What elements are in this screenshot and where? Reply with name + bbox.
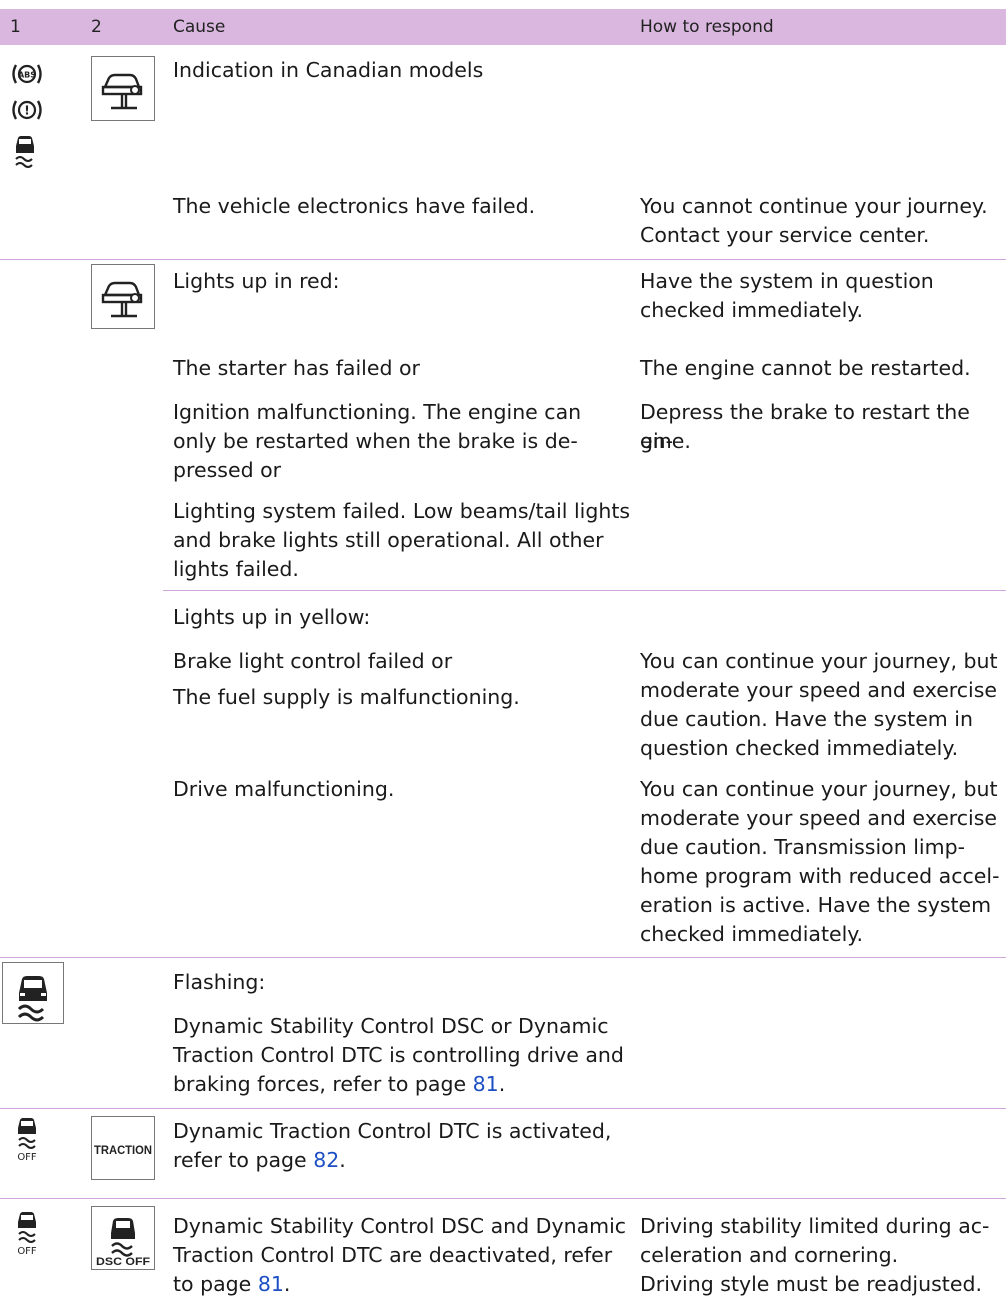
header-col-cause: Cause <box>173 17 226 37</box>
dtc-off-icon: OFF <box>14 1210 40 1260</box>
respond-drive-6: checked immediately. <box>640 922 864 946</box>
cause-ignition-1: Ignition malfunctioning. The engine can <box>173 400 582 424</box>
cause-lighting-2: and brake lights still operational. All … <box>173 528 604 552</box>
respond-red-1: Have the system in question <box>640 269 934 293</box>
cause-dsc-off-3: to page 81. <box>173 1272 291 1296</box>
sub-divider <box>163 590 1006 591</box>
cause-flashing-head: Flashing: <box>173 970 266 994</box>
svg-text:OFF: OFF <box>17 1246 37 1256</box>
cause-dtc-1: Dynamic Traction Control DTC is activate… <box>173 1119 612 1143</box>
svg-text:ABS: ABS <box>18 71 36 80</box>
skid-car-icon <box>12 134 38 172</box>
respond-drive-4: home program with reduced accel- <box>640 864 1000 888</box>
respond-drive-2: moderate your speed and exercise <box>640 806 998 830</box>
cause-dsc-off-2: Traction Control DTC are deactivated, re… <box>173 1243 613 1267</box>
respond-red-2: checked immediately. <box>640 298 864 322</box>
dsc-off-icon: DSC OFF <box>91 1206 155 1270</box>
respond-yellow-2: moderate your speed and exercise <box>640 678 998 702</box>
respond-drive-3: due caution. Transmission limp- <box>640 835 965 859</box>
cause-yellow-head: Lights up in yellow: <box>173 605 371 629</box>
page-link-82[interactable]: 82 <box>313 1148 339 1172</box>
respond-dsc-off-1: Driving stability limited during ac- <box>640 1214 990 1238</box>
respond-contact: Contact your service center. <box>640 223 930 247</box>
svg-text:!: ! <box>24 104 29 118</box>
cause-dsc-off-1: Dynamic Stability Control DSC and Dynami… <box>173 1214 627 1238</box>
cause-fuel: The fuel supply is malfunctioning. <box>173 685 520 709</box>
cause-ignition-3: pressed or <box>173 458 282 482</box>
dsc-flashing-icon <box>2 962 64 1024</box>
cause-canadian: Indication in Canadian models <box>173 58 484 82</box>
respond-yellow-4: question checked immediately. <box>640 736 959 760</box>
respond-drive-1: You can continue your journey, but <box>640 777 998 801</box>
cause-ignition-2: only be restarted when the brake is de- <box>173 429 578 453</box>
respond-drive-5: eration is active. Have the system <box>640 893 992 917</box>
header-col-1: 1 <box>10 17 21 37</box>
table-header: 1 2 Cause How to respond <box>0 9 1006 45</box>
svg-text:OFF: OFF <box>17 1152 37 1162</box>
cause-flashing-1: Dynamic Stability Control DSC or Dynamic <box>173 1014 609 1038</box>
respond-ignition-1: Depress the brake to restart the en- <box>640 400 970 453</box>
row-divider <box>0 1108 1006 1109</box>
cause-drive: Drive malfunctioning. <box>173 777 395 801</box>
row-divider <box>0 259 1006 260</box>
header-col-respond: How to respond <box>640 17 774 37</box>
cause-starter: The starter has failed or <box>173 356 420 380</box>
respond-starter: The engine cannot be restarted. <box>640 356 971 380</box>
dtc-off-icon: OFF <box>14 1116 40 1166</box>
cause-red-head: Lights up in red: <box>173 269 340 293</box>
cause-flashing-2: Traction Control DTC is controlling driv… <box>173 1043 624 1067</box>
cause-brake-light: Brake light control failed or <box>173 649 453 673</box>
vehicle-lift-icon <box>91 56 155 121</box>
cause-lighting-3: lights failed. <box>173 557 299 581</box>
traction-icon: TRACTION <box>91 1116 155 1180</box>
abs-warning-icon: ABS <box>10 63 44 89</box>
brake-warning-icon: ! <box>10 99 44 125</box>
cause-electronics: The vehicle electronics have failed. <box>173 194 536 218</box>
respond-ignition-2: gine. <box>640 429 691 453</box>
respond-yellow-1: You can continue your journey, but <box>640 649 998 673</box>
header-col-2: 2 <box>91 17 102 37</box>
cause-lighting-1: Lighting system failed. Low beams/tail l… <box>173 499 631 523</box>
vehicle-lift-icon <box>91 264 155 329</box>
page-link-81[interactable]: 81 <box>473 1072 499 1096</box>
respond-dsc-off-2: celeration and cornering. <box>640 1243 899 1267</box>
row-divider <box>0 957 1006 958</box>
cause-dtc-2: refer to page 82. <box>173 1148 346 1172</box>
svg-text:TRACTION: TRACTION <box>94 1143 152 1157</box>
respond-yellow-3: due caution. Have the system in <box>640 707 973 731</box>
respond-dsc-off-3: Driving style must be readjusted. <box>640 1272 982 1296</box>
respond-cannot-continue: You cannot continue your journey. <box>640 194 988 218</box>
svg-text:DSC OFF: DSC OFF <box>96 1256 150 1268</box>
cause-flashing-3: braking forces, refer to page 81. <box>173 1072 506 1096</box>
row-divider <box>0 1198 1006 1199</box>
page-link-81[interactable]: 81 <box>258 1272 284 1296</box>
